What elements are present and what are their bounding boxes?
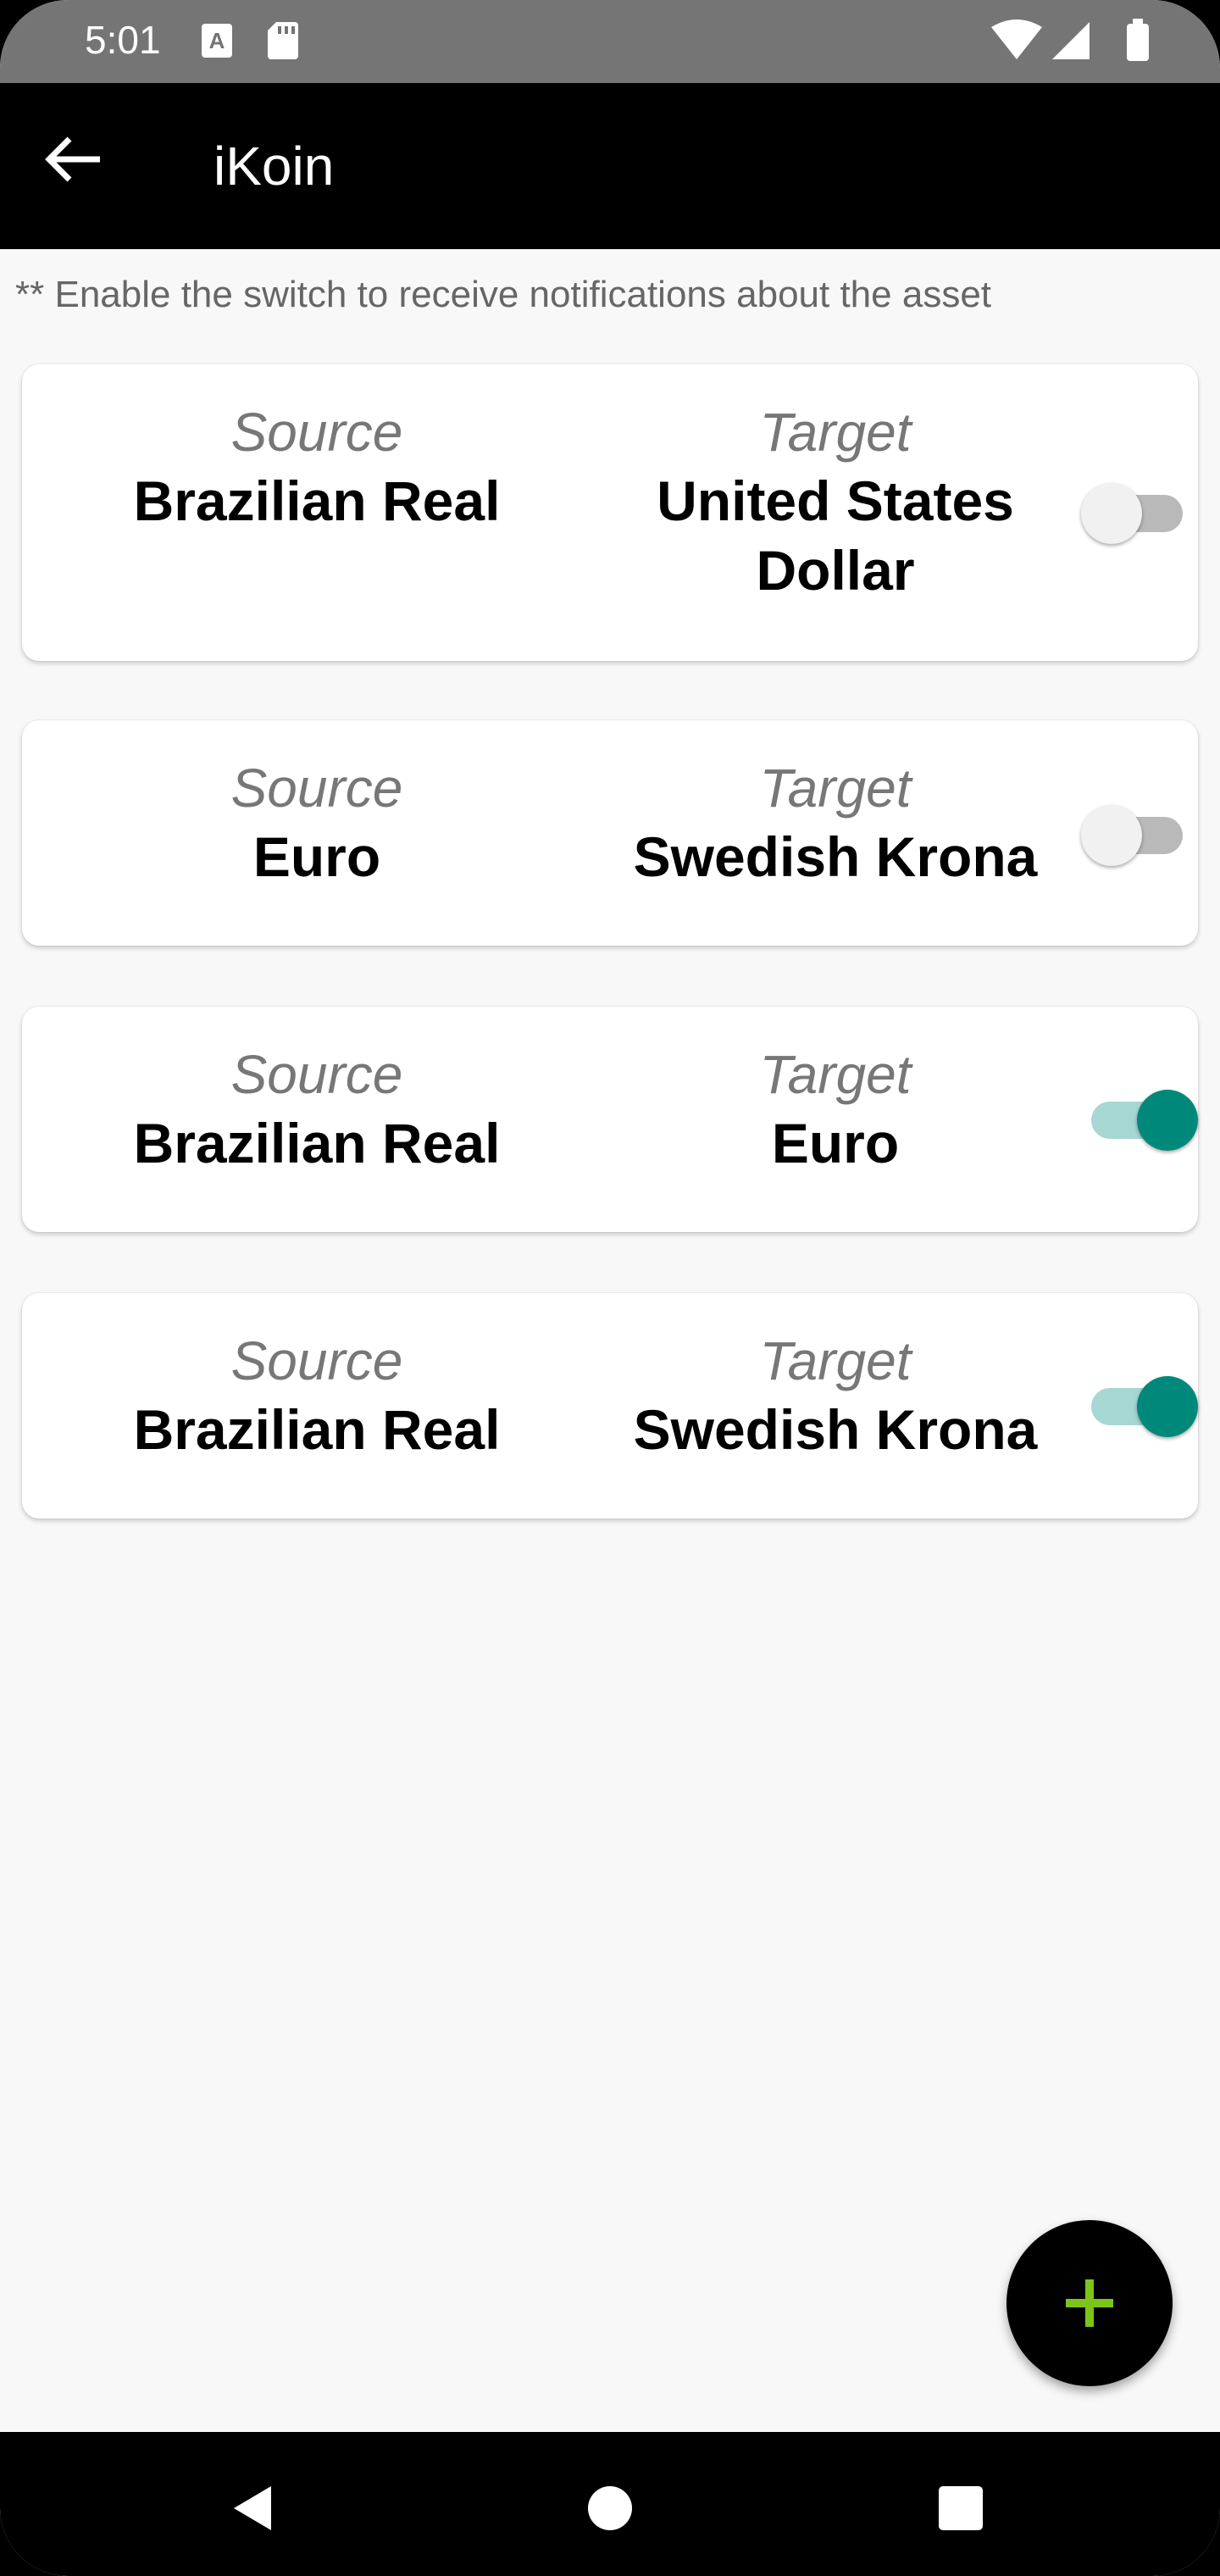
sd-card-icon [268,22,298,59]
navigation-bar [0,2432,1220,2576]
battery-icon [1127,24,1149,61]
target-label: Target [759,1044,912,1105]
signal-icon [1052,22,1090,59]
switch-thumb [1081,805,1142,866]
a-notification-icon: A [202,24,232,58]
status-right-icons [991,19,1149,61]
target-column: Target Swedish Krona [598,1327,1073,1464]
source-currency: Brazilian Real [133,1112,501,1174]
source-label: Source [230,758,403,819]
switch-thumb [1137,1090,1198,1151]
source-label: Source [230,1330,403,1391]
status-bar: 5:01 A [0,0,1220,83]
notification-hint: ** Enable the switch to receive notifica… [15,274,992,315]
home-circle-icon [588,2486,632,2530]
source-column: Source Brazilian Real [80,398,554,536]
switch-thumb [1137,1376,1198,1437]
recents-square-icon [939,2486,983,2530]
back-button[interactable] [44,134,120,202]
arrow-left-icon [45,136,100,182]
source-label: Source [230,402,403,463]
wifi-icon [991,19,1042,59]
target-currency: United States Dollar [657,469,1014,602]
source-label: Source [230,1044,403,1105]
pair-card: Source Brazilian Real Target Euro [22,1007,1198,1232]
source-column: Source Euro [80,754,554,891]
notification-switch[interactable] [1081,797,1200,873]
source-currency: Brazilian Real [133,469,501,532]
app-title: iKoin [214,136,335,197]
add-pair-button[interactable] [1006,2220,1173,2386]
target-label: Target [759,402,912,463]
source-currency: Brazilian Real [133,1398,501,1461]
source-column: Source Brazilian Real [80,1041,554,1178]
notification-switch[interactable] [1081,1368,1200,1444]
switch-thumb [1081,483,1142,544]
app-bar: iKoin [0,83,1220,249]
target-currency: Swedish Krona [633,1398,1038,1461]
source-column: Source Brazilian Real [80,1327,554,1464]
target-label: Target [759,1330,912,1391]
nav-recents-button[interactable] [910,2466,1012,2551]
notification-switch[interactable] [1081,475,1200,551]
target-currency: Euro [771,1112,900,1174]
pair-card: Source Euro Target Swedish Krona [22,720,1198,946]
pair-card: Source Brazilian Real Target United Stat… [22,364,1198,661]
target-currency: Swedish Krona [633,825,1038,888]
target-column: Target Euro [598,1041,1073,1178]
target-label: Target [759,758,912,819]
screen: 5:01 A iKoin ** Enable the switch to rec… [0,0,1220,2576]
status-time: 5:01 [85,18,161,62]
target-column: Target United States Dollar [598,398,1073,605]
source-currency: Euro [252,825,381,888]
back-triangle-icon [234,2486,271,2530]
nav-home-button[interactable] [559,2466,661,2551]
plus-icon [1066,2279,1113,2327]
pair-card: Source Brazilian Real Target Swedish Kro… [22,1293,1198,1518]
notification-switch[interactable] [1081,1081,1200,1158]
target-column: Target Swedish Krona [598,754,1073,891]
nav-back-button[interactable] [203,2466,305,2551]
